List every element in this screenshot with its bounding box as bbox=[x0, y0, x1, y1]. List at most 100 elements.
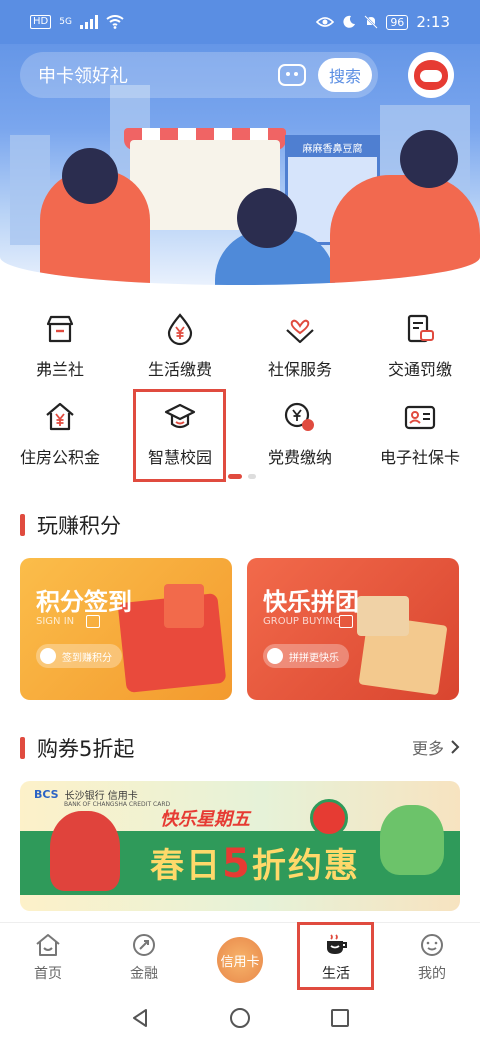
tab-label: 金融 bbox=[130, 966, 158, 982]
finance-icon bbox=[133, 934, 155, 956]
card-subtitle: SIGN IN bbox=[36, 616, 75, 627]
calendar-check-icon bbox=[86, 615, 100, 628]
arrow-circle-icon bbox=[267, 648, 283, 664]
tab-home[interactable]: 首页 bbox=[0, 923, 96, 997]
search-bar[interactable]: 申卡领好礼 搜索 bbox=[20, 52, 378, 98]
service-item-utilities[interactable]: 生活缴费 bbox=[120, 312, 240, 392]
clock: 2:13 bbox=[416, 13, 450, 31]
tab-label: 我的 bbox=[418, 966, 446, 982]
tab-credit-card[interactable]: 信用卡 bbox=[192, 923, 288, 997]
more-label: 更多 bbox=[411, 739, 444, 758]
status-bar: HD 5G 96 2:13 bbox=[0, 0, 480, 44]
card-cta-label: 拼拼更快乐 bbox=[289, 652, 339, 664]
card-title: 快乐拼团 bbox=[263, 588, 359, 616]
home-icon bbox=[36, 934, 60, 956]
store-icon bbox=[46, 315, 74, 343]
tab-profile[interactable]: 我的 bbox=[384, 923, 480, 997]
tab-finance[interactable]: 金融 bbox=[96, 923, 192, 997]
service-label: 电子社保卡 bbox=[379, 448, 460, 467]
coupon-banner[interactable]: BCS 长沙银行 信用卡 BANK OF CHANGSHA CREDIT CAR… bbox=[20, 781, 460, 911]
bank-name: 长沙银行 信用卡 bbox=[64, 791, 138, 802]
wifi-icon bbox=[106, 15, 124, 29]
eye-icon bbox=[316, 17, 335, 27]
tab-label: 首页 bbox=[34, 966, 62, 982]
chevron-right-icon bbox=[451, 740, 460, 754]
section-header-points: 玩赚积分 bbox=[20, 510, 121, 540]
house-yuan-icon bbox=[46, 402, 74, 431]
red-mascot-illustration bbox=[50, 811, 120, 891]
headline-part: 折约惠 bbox=[251, 846, 360, 886]
bottom-tab-bar: 首页 金融 信用卡 生活 我的 bbox=[0, 922, 480, 996]
service-item-e-social-card[interactable]: 电子社保卡 bbox=[360, 400, 480, 480]
section-header-coupons: 购券5折起 bbox=[20, 733, 134, 763]
credit-card-coin-icon: 信用卡 bbox=[217, 937, 263, 983]
person-illustration-head bbox=[62, 148, 118, 204]
service-item-housing-fund[interactable]: 住房公积金 bbox=[0, 400, 120, 480]
highlight-box bbox=[297, 922, 374, 990]
red-envelope-illustration bbox=[164, 584, 204, 628]
back-triangle-icon[interactable] bbox=[129, 1007, 151, 1029]
page-dot-active bbox=[228, 474, 242, 479]
parcel-box-illustration bbox=[357, 596, 409, 636]
promo-card-sign-in[interactable]: 积分签到 SIGN IN 签到赚积分 bbox=[20, 558, 232, 700]
card-cta[interactable]: 签到赚积分 bbox=[36, 644, 122, 668]
headline-number: 5 bbox=[222, 841, 252, 887]
section-accent-bar bbox=[20, 737, 25, 759]
signal-icon bbox=[79, 15, 98, 29]
card-cta[interactable]: 拼拼更快乐 bbox=[263, 644, 349, 668]
section-title: 玩赚积分 bbox=[37, 514, 121, 538]
more-link[interactable]: 更多 bbox=[412, 735, 460, 759]
section-accent-bar bbox=[20, 514, 25, 536]
hd-indicator: HD bbox=[30, 15, 52, 29]
recents-square-icon[interactable] bbox=[329, 1007, 351, 1029]
headline-part: 春日 bbox=[150, 846, 222, 886]
yuan-drop-icon bbox=[167, 313, 193, 346]
party-fee-icon bbox=[284, 402, 314, 431]
highlight-box bbox=[133, 389, 226, 482]
page-dot bbox=[248, 474, 256, 479]
battery-indicator: 96 bbox=[386, 14, 409, 30]
id-card-icon bbox=[404, 405, 436, 430]
banner-headline: 春日5折约惠 bbox=[150, 838, 360, 887]
person-illustration bbox=[330, 175, 480, 285]
service-item-party-fee[interactable]: 党费缴纳 bbox=[240, 400, 360, 480]
service-label: 住房公积金 bbox=[19, 448, 100, 467]
person-illustration-head bbox=[400, 130, 458, 188]
service-label: 党费缴纳 bbox=[267, 448, 332, 467]
system-navigation-bar bbox=[0, 996, 480, 1040]
card-cta-label: 签到赚积分 bbox=[62, 652, 112, 664]
service-label: 交通罚缴 bbox=[387, 360, 452, 379]
card-title: 积分签到 bbox=[36, 588, 132, 616]
home-circle-icon[interactable] bbox=[229, 1007, 251, 1029]
person-illustration-head bbox=[237, 188, 297, 248]
heart-hands-icon bbox=[286, 319, 314, 344]
service-label: 生活缴费 bbox=[147, 360, 212, 379]
search-button[interactable]: 搜索 bbox=[318, 58, 372, 92]
arrow-circle-icon bbox=[40, 648, 56, 664]
service-item-social-security[interactable]: 社保服务 bbox=[240, 312, 360, 392]
bank-name-en: BANK OF CHANGSHA CREDIT CARD bbox=[64, 801, 171, 808]
calendar-check-icon bbox=[339, 615, 353, 628]
promo-card-group-buying[interactable]: 快乐拼团 GROUP BUYING 拼拼更快乐 bbox=[247, 558, 459, 700]
banner-slogan: 快乐星期五 bbox=[160, 809, 250, 830]
bank-logo: BCS bbox=[34, 788, 59, 801]
search-input[interactable]: 申卡领好礼 bbox=[38, 62, 278, 88]
page-indicator bbox=[228, 474, 256, 479]
bank-brand: BCS 长沙银行 信用卡 bbox=[34, 787, 138, 802]
friday-badge-icon bbox=[310, 799, 348, 837]
profile-face-icon bbox=[421, 934, 443, 956]
service-label: 弗兰社 bbox=[35, 360, 84, 379]
stall-sign: 麻麻香鼻豆腐 bbox=[288, 138, 377, 157]
service-item-fulanshe[interactable]: 弗兰社 bbox=[0, 312, 120, 392]
service-item-traffic-fines[interactable]: 交通罚缴 bbox=[360, 312, 480, 392]
customer-service-robot-icon[interactable] bbox=[278, 64, 306, 86]
mascot-face-icon bbox=[414, 60, 448, 90]
section-title: 购券5折起 bbox=[37, 737, 135, 761]
traffic-ticket-icon bbox=[407, 314, 434, 343]
service-label: 社保服务 bbox=[267, 360, 332, 379]
mascot-avatar[interactable] bbox=[408, 52, 454, 98]
green-mascot-illustration bbox=[380, 805, 444, 875]
card-subtitle: GROUP BUYING bbox=[263, 616, 341, 627]
network-type: 5G bbox=[59, 17, 72, 27]
mute-bell-icon bbox=[364, 15, 379, 29]
